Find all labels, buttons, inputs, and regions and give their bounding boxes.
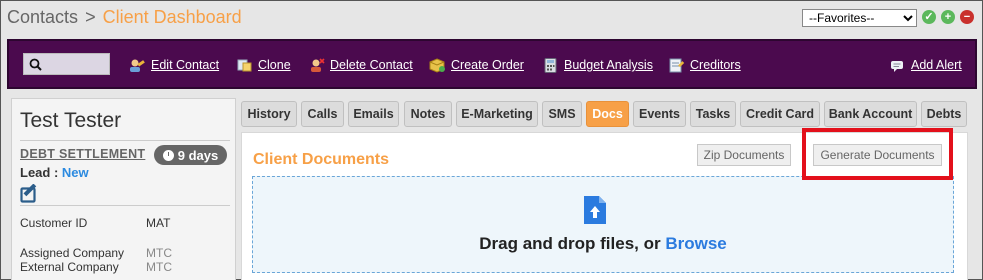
create-order-label: Create Order [451, 58, 524, 72]
field-value-external-company: MTC [146, 260, 172, 274]
field-label-customer-id: Customer ID [20, 216, 88, 230]
create-order-icon [429, 57, 445, 73]
breadcrumb-separator: > [85, 7, 96, 27]
creditors-label: Creditors [690, 58, 741, 72]
tab-calls[interactable]: Calls [301, 101, 344, 127]
tab-docs[interactable]: Docs [586, 101, 629, 127]
favorites-select[interactable]: --Favorites-- [802, 9, 917, 27]
clock-icon [162, 149, 174, 161]
browse-link[interactable]: Browse [665, 234, 726, 253]
budget-analysis-label: Budget Analysis [564, 58, 653, 72]
budget-analysis-button[interactable]: Budget Analysis [542, 56, 653, 74]
documents-title: Client Documents [253, 151, 390, 168]
create-order-button[interactable]: Create Order [429, 56, 524, 74]
breadcrumb-current: Client Dashboard [102, 7, 242, 27]
contact-toolbar: Edit Contact Clone Delete Contact Create… [7, 39, 977, 89]
program-link[interactable]: DEBT SETTLEMENT [20, 147, 145, 161]
file-dropzone[interactable]: Drag and drop files, or Browse [252, 176, 954, 273]
tab-e-marketing[interactable]: E-Marketing [456, 101, 538, 127]
zip-documents-button[interactable]: Zip Documents [697, 144, 791, 166]
creditors-button[interactable]: Creditors [668, 56, 741, 74]
tab-credit-card[interactable]: Credit Card [740, 101, 820, 127]
window-frame: Contacts > Client Dashboard --Favorites-… [0, 0, 983, 280]
chat-icon [891, 60, 903, 72]
tab-debts[interactable]: Debts [921, 101, 967, 127]
edit-contact-button[interactable]: Edit Contact [129, 56, 219, 74]
clone-button[interactable]: Clone [236, 56, 291, 74]
calculator-icon [544, 57, 557, 73]
days-badge-label: 9 days [177, 147, 219, 163]
creditors-icon [669, 58, 685, 72]
breadcrumb-contacts[interactable]: Contacts [7, 7, 78, 27]
breadcrumb: Contacts > Client Dashboard [7, 7, 242, 28]
field-value-assigned-company: MTC [146, 246, 172, 260]
divider [20, 140, 230, 141]
lead-status: Lead : New [20, 165, 89, 180]
edit-contact-icon [130, 59, 145, 72]
edit-contact-label: Edit Contact [151, 58, 220, 72]
tab-events[interactable]: Events [633, 101, 686, 127]
search-input[interactable] [23, 53, 110, 75]
delete-contact-icon [311, 57, 325, 72]
tab-tasks[interactable]: Tasks [690, 101, 736, 127]
file-upload-icon [584, 196, 606, 224]
add-circle-icon[interactable]: + [941, 10, 955, 24]
days-badge: 9 days [154, 145, 227, 165]
lead-status-value[interactable]: New [62, 165, 89, 180]
ok-circle-icon[interactable]: ✓ [922, 10, 936, 24]
add-alert-button[interactable]: Add Alert [889, 56, 962, 74]
clone-icon [237, 59, 252, 71]
divider [20, 205, 230, 206]
edit-icon[interactable] [20, 184, 41, 203]
field-label-assigned-company: Assigned Company [20, 246, 125, 260]
tab-sms[interactable]: SMS [542, 101, 582, 127]
delete-contact-label: Delete Contact [330, 58, 413, 72]
dropzone-text: Drag and drop files, or Browse [253, 234, 953, 254]
lead-status-label: Lead : [20, 165, 59, 180]
tab-bank-account[interactable]: Bank Account [824, 101, 917, 127]
highlight-annotation [802, 128, 953, 180]
tab-emails[interactable]: Emails [348, 101, 399, 127]
contact-summary-panel: Test Tester DEBT SETTLEMENT 9 days Lead … [11, 98, 236, 280]
contact-name: Test Tester [20, 109, 122, 132]
clone-label: Clone [258, 58, 291, 72]
search-icon [29, 58, 42, 71]
field-value-customer-id: MAT [146, 216, 171, 230]
dropzone-instructions: Drag and drop files, or [479, 234, 661, 253]
add-alert-label: Add Alert [911, 58, 962, 72]
field-label-external-company: External Company [20, 260, 119, 274]
tab-history[interactable]: History [241, 101, 297, 127]
delete-contact-button[interactable]: Delete Contact [308, 56, 413, 74]
remove-circle-icon[interactable]: − [960, 10, 974, 24]
tab-notes[interactable]: Notes [404, 101, 452, 127]
